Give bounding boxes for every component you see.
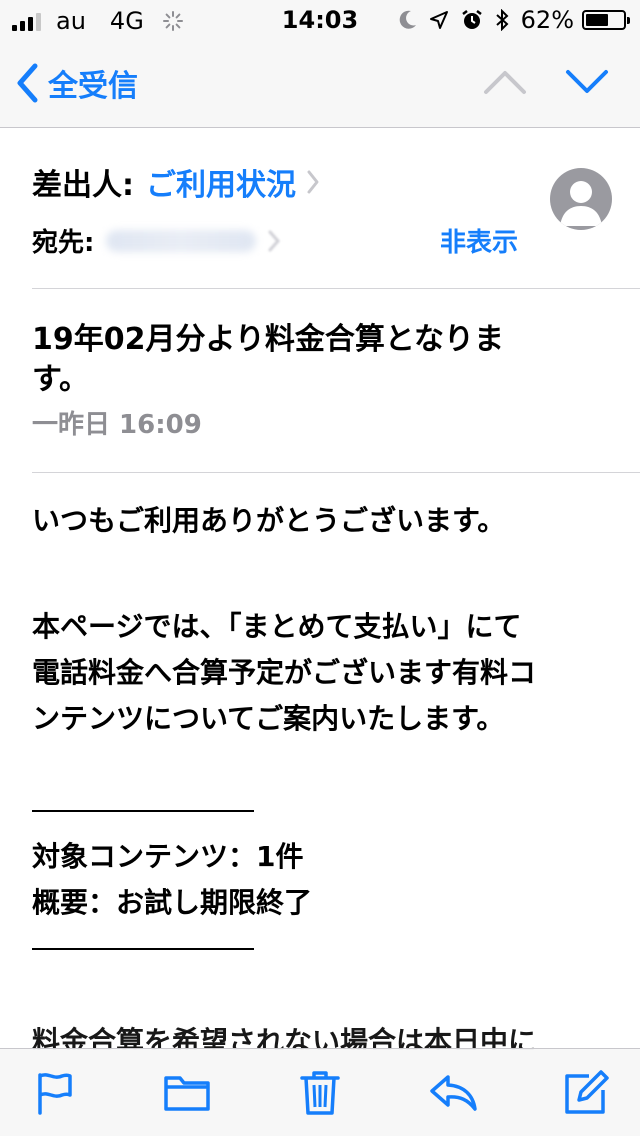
- next-message-button[interactable]: [564, 62, 610, 102]
- message-body: いつもご利用ありがとうございます。 本ページでは、「まとめて支払い」にて 電話料…: [32, 498, 612, 972]
- bluetooth-icon: [495, 9, 509, 31]
- body-intro-line-2: 電話料金へ合算予定がございます有料コ: [32, 656, 537, 689]
- trash-button[interactable]: [292, 1065, 348, 1121]
- alarm-clock-icon: [461, 9, 483, 31]
- body-target-contents: 対象コンテンツ：1件: [32, 840, 304, 873]
- move-to-folder-button[interactable]: [159, 1065, 215, 1121]
- previous-message-button[interactable]: [482, 62, 528, 102]
- chevron-right-icon: [306, 169, 320, 195]
- horizontal-rule: [32, 948, 254, 950]
- horizontal-rule: [32, 810, 254, 812]
- chevron-right-icon: [268, 230, 281, 252]
- body-summary: 概要：お試し期限終了: [32, 886, 313, 919]
- chevron-left-icon: [17, 63, 38, 103]
- hide-details-button[interactable]: 非表示: [440, 222, 518, 259]
- reply-button[interactable]: [425, 1065, 481, 1121]
- sender-label: 差出人:: [32, 168, 134, 203]
- trash-icon: [300, 1070, 340, 1115]
- header-divider: [32, 288, 640, 289]
- recipient-redacted[interactable]: [106, 229, 257, 252]
- reply-icon: [430, 1074, 477, 1111]
- subject-divider: [32, 472, 640, 473]
- compose-button[interactable]: [558, 1065, 614, 1121]
- navigation-bar: 全受信: [0, 40, 640, 128]
- recipient-label: 宛先:: [32, 228, 95, 258]
- body-intro-line-1: 本ページでは、「まとめて支払い」にて: [32, 610, 522, 643]
- chevron-down-icon: [566, 70, 608, 93]
- recipient-row: 宛先:: [32, 222, 281, 259]
- sender-name[interactable]: ご利用状況: [146, 160, 296, 204]
- flag-button[interactable]: [26, 1065, 82, 1121]
- sender-avatar: [550, 168, 612, 230]
- chevron-up-icon: [484, 71, 526, 94]
- do-not-disturb-moon-icon: [399, 10, 417, 30]
- status-bar: au 4G 14:03 62%: [0, 0, 640, 40]
- message-subject: 19年02月分より料金合算となります。: [32, 322, 504, 397]
- bottom-toolbar: [0, 1048, 640, 1136]
- mail-screen: au 4G 14:03 62% 全受信 差出人: ご利用状況 宛先: 非表示 1…: [0, 0, 640, 1136]
- message-date: 一昨日 16:09: [32, 410, 202, 440]
- battery-icon: [582, 10, 630, 30]
- flag-icon: [38, 1072, 72, 1115]
- person-silhouette-icon: [560, 181, 602, 226]
- body-greeting: いつもご利用ありがとうございます。: [32, 504, 506, 537]
- compose-icon: [565, 1069, 609, 1114]
- body-intro-line-3: ンテンツについてご案内いたします。: [32, 702, 505, 735]
- back-button[interactable]: 全受信: [16, 58, 138, 108]
- battery-percent: 62%: [520, 6, 574, 34]
- status-right: 62%: [387, 6, 630, 34]
- sender-row: 差出人: ご利用状況: [32, 160, 320, 204]
- back-button-label: 全受信: [48, 69, 138, 104]
- folder-icon: [164, 1075, 210, 1111]
- location-arrow-icon: [429, 10, 449, 30]
